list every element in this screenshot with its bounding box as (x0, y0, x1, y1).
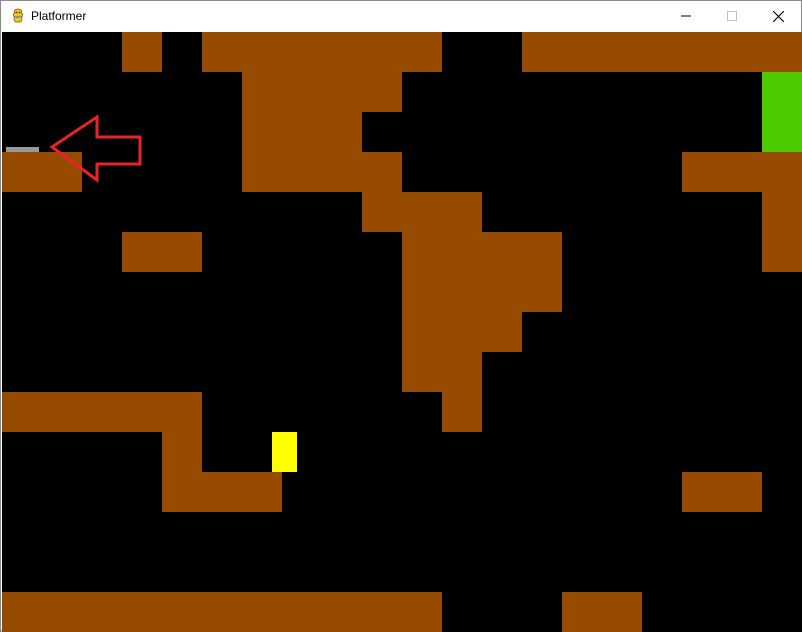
minimize-button[interactable] (663, 1, 709, 31)
wall-tile (362, 192, 482, 232)
wall-tile (402, 312, 522, 352)
wall-tile (402, 232, 562, 312)
minimize-icon (681, 15, 691, 17)
wall-tile (2, 152, 82, 192)
wall-tile (242, 152, 402, 192)
maximize-icon (727, 11, 737, 21)
wall-tile (682, 472, 762, 512)
wall-tile (402, 352, 482, 392)
wall-tile (682, 152, 802, 192)
maximize-button[interactable] (709, 1, 755, 31)
wall-tile (162, 432, 202, 472)
game-window: Platformer (0, 0, 802, 632)
wall-tile (522, 32, 802, 72)
wall-tile (162, 472, 282, 512)
title-bar[interactable]: Platformer (1, 1, 801, 31)
wall-tile (122, 32, 162, 72)
game-canvas[interactable] (2, 32, 802, 632)
wall-tile (122, 232, 202, 272)
close-icon (772, 10, 784, 22)
level-map (2, 32, 802, 632)
pygame-snake-icon (12, 8, 24, 23)
wall-tile (442, 392, 482, 432)
wall-tile (562, 592, 642, 632)
player (272, 432, 297, 472)
wall-tile (2, 392, 202, 432)
exit-goal (762, 72, 802, 152)
window-title: Platformer (31, 9, 87, 23)
wall-tile (762, 192, 802, 272)
wall-tile (242, 72, 402, 112)
wall-tile (242, 112, 362, 152)
wall-tile (2, 592, 442, 632)
gray-marker (6, 147, 39, 152)
wall-tile (202, 32, 442, 72)
close-button[interactable] (755, 1, 801, 31)
